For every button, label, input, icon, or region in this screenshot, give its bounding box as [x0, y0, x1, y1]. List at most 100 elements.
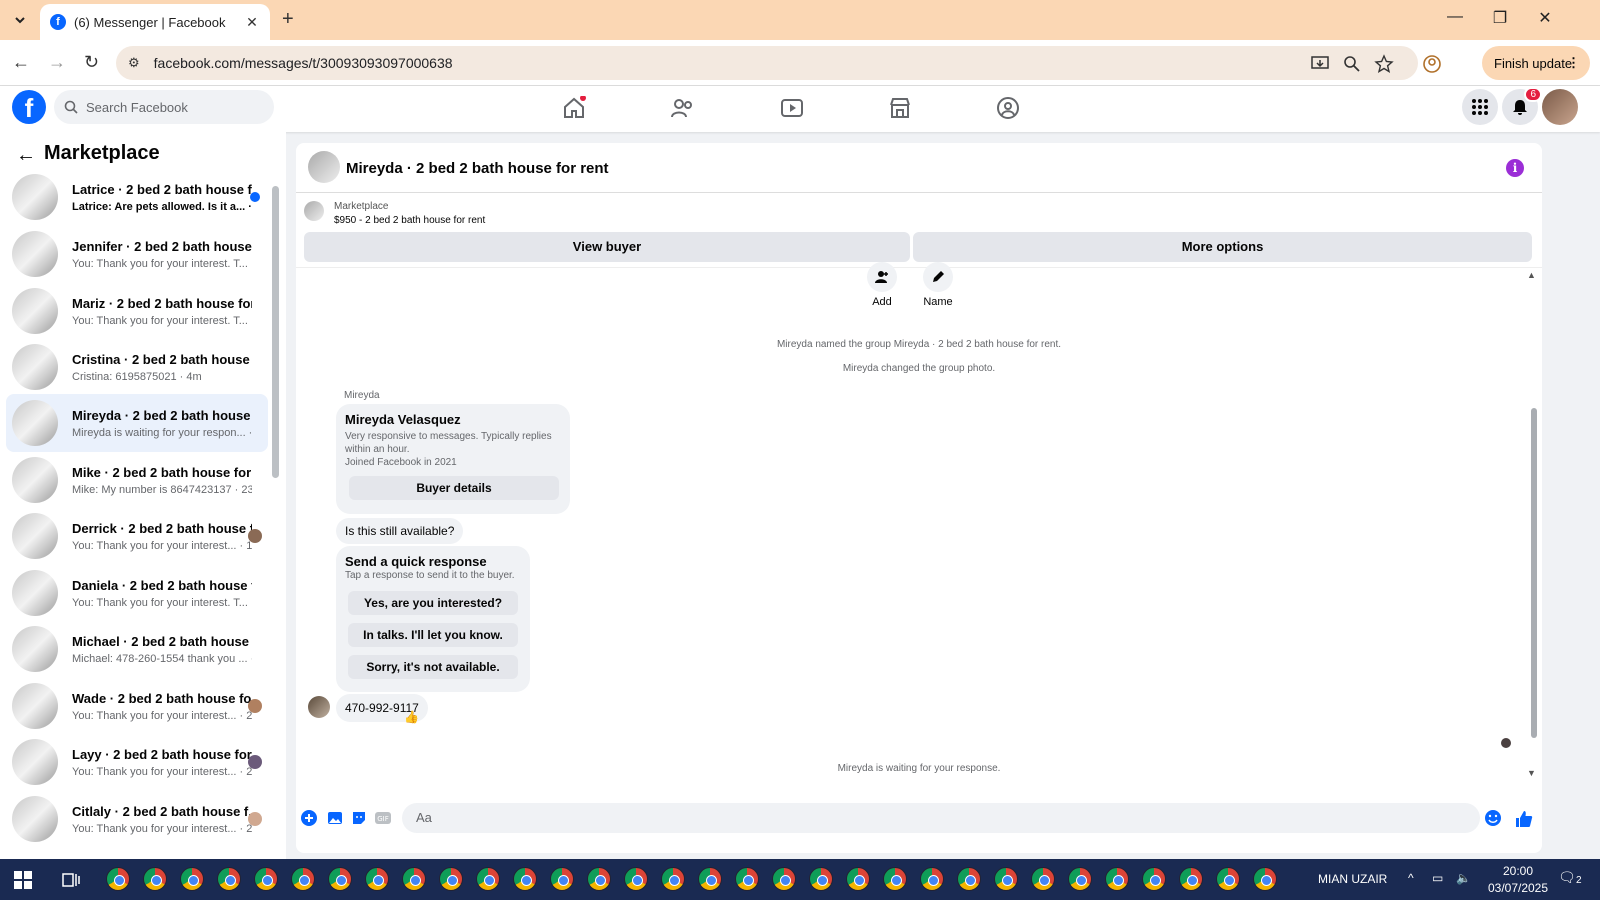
- minimize-icon[interactable]: —: [1440, 8, 1470, 26]
- system-tray-chevron-icon[interactable]: ^: [1408, 871, 1414, 885]
- close-window-icon[interactable]: ✕: [1530, 8, 1560, 28]
- chrome-window-icon[interactable]: [624, 867, 648, 891]
- chrome-window-icon[interactable]: [180, 867, 204, 891]
- zoom-icon[interactable]: [1342, 54, 1362, 74]
- facebook-logo-icon[interactable]: f: [12, 90, 46, 124]
- reload-icon[interactable]: ↻: [84, 52, 99, 73]
- friends-icon[interactable]: [670, 96, 694, 120]
- account-avatar[interactable]: [1542, 89, 1578, 125]
- chrome-window-icon[interactable]: [402, 867, 426, 891]
- chrome-window-icon[interactable]: [957, 867, 981, 891]
- home-icon[interactable]: [562, 96, 586, 120]
- marketplace-icon[interactable]: [888, 96, 912, 120]
- conversation-item[interactable]: Cristina · 2 bed 2 bath house fo... Crist…: [6, 338, 268, 396]
- chat-title[interactable]: Mireyda · 2 bed 2 bath house for rent: [346, 160, 609, 177]
- conversation-item[interactable]: Mike · 2 bed 2 bath house for r... Mike: …: [6, 451, 268, 509]
- chrome-window-icon[interactable]: [439, 867, 463, 891]
- conversation-item-active[interactable]: Mireyda · 2 bed 2 bath house fo... Mireyd…: [6, 394, 268, 452]
- info-icon[interactable]: i: [1506, 159, 1524, 177]
- thumbs-up-reaction[interactable]: 👍: [404, 710, 419, 724]
- chrome-window-icon[interactable]: [920, 867, 944, 891]
- chrome-window-icon[interactable]: [1105, 867, 1129, 891]
- conversation-item[interactable]: Derrick · 2 bed 2 bath house f... You: Th…: [6, 507, 268, 565]
- browser-tab-messenger[interactable]: f (6) Messenger | Facebook ✕: [40, 4, 270, 40]
- conversation-item[interactable]: Latrice · 2 bed 2 bath house f... Latrice…: [6, 168, 268, 226]
- conversation-item[interactable]: Citlaly · 2 bed 2 bath house f... You: Th…: [6, 790, 268, 848]
- chrome-window-icon[interactable]: [365, 867, 389, 891]
- thumbs-up-icon[interactable]: [1514, 809, 1534, 829]
- conversation-item[interactable]: Mariz · 2 bed 2 bath house for r... You: …: [6, 282, 268, 340]
- chrome-window-icon[interactable]: [698, 867, 722, 891]
- chrome-window-icon[interactable]: [883, 867, 907, 891]
- name-group-button[interactable]: Name: [918, 262, 958, 308]
- buyer-details-button[interactable]: Buyer details: [349, 476, 559, 500]
- back-icon[interactable]: ←: [12, 52, 30, 73]
- new-tab-icon[interactable]: +: [282, 8, 294, 31]
- chat-scrollbar[interactable]: [1531, 408, 1537, 738]
- view-buyer-button[interactable]: View buyer: [304, 232, 910, 262]
- plus-icon[interactable]: [300, 809, 318, 827]
- chrome-window-icon[interactable]: [1216, 867, 1240, 891]
- sender-avatar[interactable]: [308, 696, 330, 718]
- taskbar-date[interactable]: 03/07/2025: [1482, 881, 1554, 895]
- chrome-window-icon[interactable]: [587, 867, 611, 891]
- quick-response-not-available-button[interactable]: Sorry, it's not available.: [348, 655, 518, 679]
- scroll-up-arrow-icon[interactable]: ▲: [1527, 270, 1536, 280]
- conversation-item[interactable]: Wade · 2 bed 2 bath house fo... You: Than…: [6, 677, 268, 735]
- quick-response-yes-button[interactable]: Yes, are you interested?: [348, 591, 518, 615]
- search-facebook-input[interactable]: Search Facebook: [54, 90, 274, 124]
- chrome-window-icon[interactable]: [1253, 867, 1277, 891]
- taskbar-time[interactable]: 20:00: [1490, 864, 1546, 878]
- profile-icon[interactable]: [1422, 54, 1442, 74]
- emoji-icon[interactable]: [1484, 809, 1502, 827]
- menu-grid-icon[interactable]: [1462, 89, 1498, 125]
- chrome-window-icon[interactable]: [772, 867, 796, 891]
- task-view-icon[interactable]: [62, 871, 80, 889]
- windows-start-icon[interactable]: [14, 871, 32, 889]
- finish-update-button[interactable]: Finish update ⋮: [1482, 46, 1590, 80]
- add-people-button[interactable]: Add: [862, 262, 902, 308]
- action-center-icon[interactable]: 🗨: [1558, 869, 1576, 886]
- site-info-icon[interactable]: ⚙: [128, 55, 140, 71]
- chrome-window-icon[interactable]: [291, 867, 315, 891]
- chrome-window-icon[interactable]: [1068, 867, 1092, 891]
- chrome-window-icon[interactable]: [254, 867, 278, 891]
- notifications-bell-icon[interactable]: 6: [1502, 87, 1542, 125]
- chrome-window-icon[interactable]: [1142, 867, 1166, 891]
- url-field[interactable]: ⚙ facebook.com/messages/t/30093093097000…: [116, 46, 1418, 80]
- chrome-window-icon[interactable]: [735, 867, 759, 891]
- forward-icon[interactable]: →: [48, 52, 66, 73]
- sticker-icon[interactable]: [350, 809, 368, 827]
- chrome-window-icon[interactable]: [846, 867, 870, 891]
- network-icon[interactable]: ▭: [1432, 871, 1443, 885]
- video-icon[interactable]: [780, 96, 804, 120]
- chrome-window-icon[interactable]: [550, 867, 574, 891]
- message-input[interactable]: Aa: [402, 803, 1480, 833]
- chrome-window-icon[interactable]: [1179, 867, 1203, 891]
- chrome-window-icon[interactable]: [994, 867, 1018, 891]
- restore-icon[interactable]: ❐: [1485, 8, 1515, 28]
- back-arrow-icon[interactable]: ←: [16, 144, 36, 167]
- chrome-window-icon[interactable]: [513, 867, 537, 891]
- conversation-item[interactable]: Michael · 2 bed 2 bath house fo... Michae…: [6, 620, 268, 678]
- more-options-button[interactable]: More options: [913, 232, 1532, 262]
- sidebar-scrollbar[interactable]: [272, 186, 279, 478]
- chrome-window-icon[interactable]: [476, 867, 500, 891]
- chrome-window-icon[interactable]: [143, 867, 167, 891]
- quick-response-talks-button[interactable]: In talks. I'll let you know.: [348, 623, 518, 647]
- tab-search-dropdown-icon[interactable]: [8, 8, 32, 32]
- chrome-window-icon[interactable]: [106, 867, 130, 891]
- chrome-window-icon[interactable]: [217, 867, 241, 891]
- photo-icon[interactable]: [326, 809, 344, 827]
- scroll-down-arrow-icon[interactable]: ▼: [1527, 768, 1536, 778]
- chrome-window-icon[interactable]: [809, 867, 833, 891]
- chrome-window-icon[interactable]: [661, 867, 685, 891]
- groups-icon[interactable]: [996, 96, 1020, 120]
- install-app-icon[interactable]: [1310, 54, 1330, 74]
- conversation-item[interactable]: Layy · 2 bed 2 bath house for... You: Tha…: [6, 733, 268, 791]
- volume-icon[interactable]: 🔈: [1456, 871, 1471, 885]
- conversation-item[interactable]: Daniela · 2 bed 2 bath house fo... You: T…: [6, 564, 268, 622]
- group-avatar[interactable]: [308, 151, 340, 183]
- conversation-item[interactable]: Jennifer · 2 bed 2 bath house fo... You: …: [6, 225, 268, 283]
- close-tab-icon[interactable]: ✕: [244, 14, 260, 31]
